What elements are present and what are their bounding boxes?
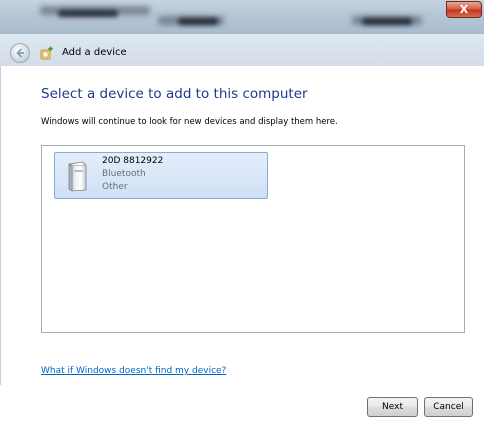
title-bar[interactable]: X (0, 0, 484, 34)
blurred-title-text (362, 18, 412, 25)
page-heading: Select a device to add to this computer (41, 86, 308, 102)
wizard-nav-bar: Add a device (0, 34, 484, 66)
back-button[interactable] (10, 43, 30, 63)
device-category: Other (102, 182, 128, 192)
next-button[interactable]: Next (367, 397, 418, 417)
device-tile[interactable]: 20D 8812922 Bluetooth Other (54, 152, 268, 199)
cancel-button[interactable]: Cancel (424, 397, 473, 417)
add-device-icon (40, 46, 53, 60)
wizard-title: Add a device (62, 47, 127, 58)
add-device-window: X Add a device Select a device to add to… (0, 0, 484, 427)
wizard-footer: Next Cancel (0, 385, 484, 427)
page-description: Windows will continue to look for new de… (41, 117, 338, 127)
device-name: 20D 8812922 (102, 156, 164, 166)
device-list[interactable]: 20D 8812922 Bluetooth Other (41, 145, 465, 333)
help-link[interactable]: What if Windows doesn't find my device? (41, 366, 226, 376)
back-arrow-icon (16, 48, 24, 58)
wizard-content: Select a device to add to this computer … (0, 66, 484, 427)
device-connection-type: Bluetooth (102, 169, 146, 179)
blurred-title-text (178, 18, 218, 25)
close-button[interactable]: X (446, 1, 482, 18)
generic-device-icon (68, 161, 87, 192)
blurred-title-text (58, 10, 118, 17)
